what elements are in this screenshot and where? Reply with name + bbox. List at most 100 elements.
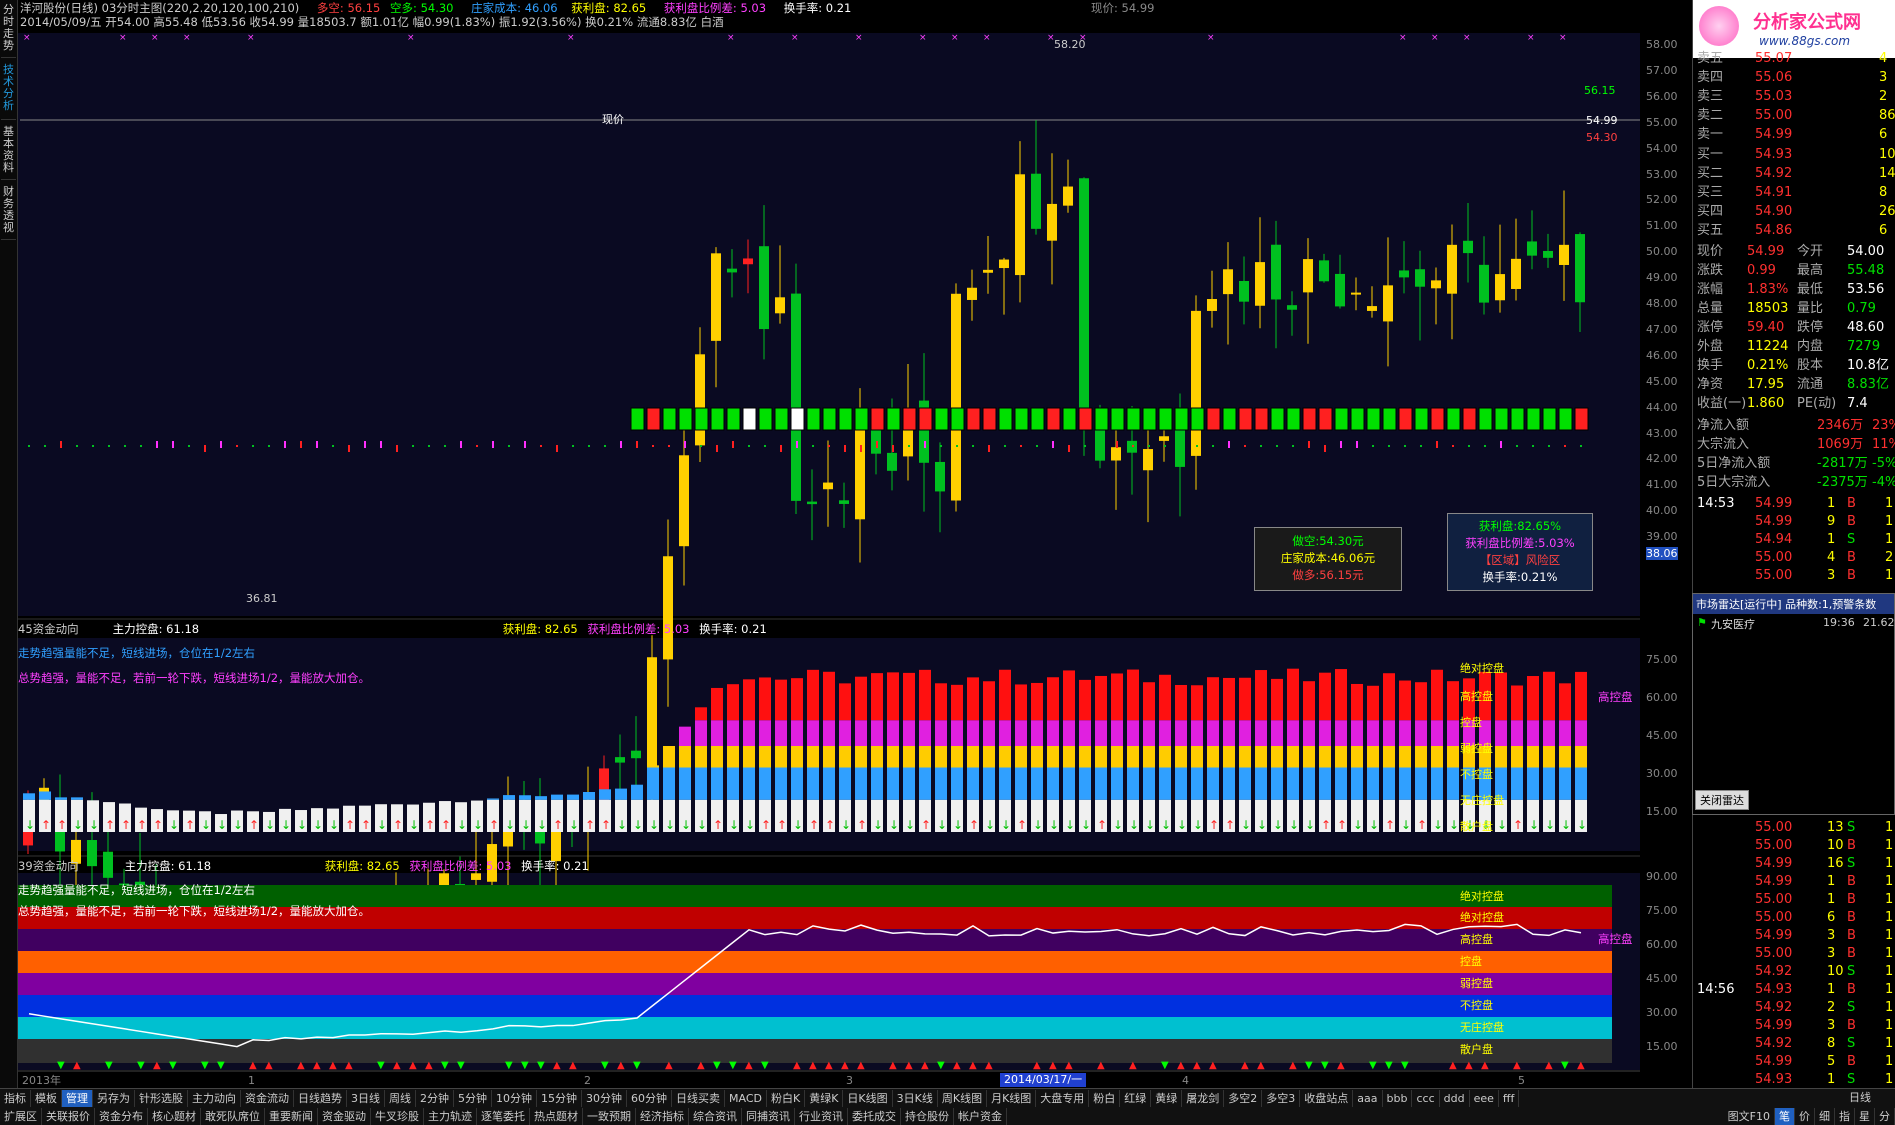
toolbar-item[interactable]: 黄绿K bbox=[805, 1089, 844, 1107]
control-bar bbox=[1351, 746, 1363, 768]
toolbar-item[interactable]: 多空2 bbox=[1224, 1089, 1263, 1107]
p2-tick: 45.00 bbox=[1646, 972, 1678, 985]
control-arrow: ↓ bbox=[617, 818, 627, 832]
toolbar-item[interactable]: MACD bbox=[725, 1089, 767, 1107]
toolbar-item[interactable]: 细 bbox=[1815, 1107, 1835, 1125]
signal-arrow: ▼ bbox=[505, 1060, 513, 1071]
toolbar-item[interactable]: bbb bbox=[1383, 1089, 1413, 1107]
toolbar-item[interactable]: 多空3 bbox=[1262, 1089, 1301, 1107]
toolbar-item[interactable]: 综合资讯 bbox=[689, 1107, 742, 1125]
xaxis-m2: 2 bbox=[584, 1074, 591, 1087]
control-arrow: ↓ bbox=[1193, 818, 1203, 832]
signal-block bbox=[1174, 407, 1189, 431]
control-bar bbox=[759, 677, 771, 721]
toolbar-item[interactable]: 5分钟 bbox=[454, 1089, 492, 1107]
toolbar-item[interactable]: 模板 bbox=[31, 1089, 62, 1107]
control-bar bbox=[711, 767, 723, 800]
toolbar-item[interactable]: 主力轨迹 bbox=[424, 1107, 477, 1125]
tab-financials[interactable]: 财务透视 bbox=[1, 184, 16, 240]
tab-intraday[interactable]: 分时走势 bbox=[1, 2, 16, 58]
toolbar-item[interactable]: 笔 bbox=[1775, 1107, 1795, 1125]
control-bar bbox=[967, 746, 979, 768]
candle-body bbox=[1207, 299, 1217, 311]
toolbar-item[interactable]: 周线 bbox=[385, 1089, 416, 1107]
control-bar bbox=[1367, 685, 1379, 721]
toolbar-item[interactable]: 扩展区 bbox=[0, 1107, 42, 1125]
toolbar-item[interactable]: 资金流动 bbox=[241, 1089, 294, 1107]
tab-fundamentals[interactable]: 基本资料 bbox=[1, 124, 16, 180]
toolbar-item[interactable]: 帐户资金 bbox=[954, 1107, 1007, 1125]
control-bar bbox=[1319, 720, 1331, 746]
signal-arrow: ▲ bbox=[1241, 1060, 1249, 1071]
toolbar-item[interactable]: 热点题材 bbox=[530, 1107, 583, 1125]
toolbar-item[interactable]: 图文F10 bbox=[1724, 1107, 1775, 1125]
toolbar-item[interactable]: 分 bbox=[1875, 1107, 1895, 1125]
toolbar-item[interactable]: 资金驱动 bbox=[318, 1107, 371, 1125]
signal-block bbox=[1190, 407, 1205, 431]
toolbar-item[interactable]: 15分钟 bbox=[537, 1089, 582, 1107]
toolbar-item[interactable]: 管理 bbox=[62, 1089, 93, 1107]
control-arrow: ↓ bbox=[1273, 818, 1283, 832]
control-bar bbox=[839, 767, 851, 800]
toolbar-item[interactable]: ddd bbox=[1440, 1089, 1470, 1107]
toolbar-item[interactable]: 周K线图 bbox=[938, 1089, 988, 1107]
toolbar-item[interactable]: 3日K线 bbox=[893, 1089, 938, 1107]
toolbar-item[interactable]: 逐笔委托 bbox=[477, 1107, 530, 1125]
tick-row: 54.99 1 B 1 bbox=[1755, 874, 1894, 889]
toolbar-item[interactable]: 另存为 bbox=[93, 1089, 135, 1107]
dot-mark bbox=[764, 445, 766, 447]
toolbar-item[interactable]: 核心题材 bbox=[148, 1107, 201, 1125]
toolbar-item[interactable]: 红绿 bbox=[1120, 1089, 1152, 1107]
toolbar-item[interactable]: 60分钟 bbox=[627, 1089, 672, 1107]
toolbar-item[interactable]: ccc bbox=[1412, 1089, 1440, 1107]
toolbar-item[interactable]: 经济指标 bbox=[636, 1107, 689, 1125]
control-arrow: ↓ bbox=[1049, 818, 1059, 832]
toolbar-item[interactable]: fff bbox=[1499, 1089, 1520, 1107]
toolbar-item[interactable]: 粉白K bbox=[767, 1089, 806, 1107]
toolbar-item[interactable]: 一致预期 bbox=[583, 1107, 636, 1125]
toolbar-item[interactable]: 针形选股 bbox=[135, 1089, 188, 1107]
chart-area[interactable]: × × × × × × × × × × × × × × × × × × × × × ↓ ↑ ↑ ↓ ↓ ↑ ↑ ↑ ↑ ↓ ↑ ↓ ↓ ↓ ↑ ↓ ↓ ↓ ↓… bbox=[18, 0, 1640, 1088]
toolbar-item[interactable]: 牛叉珍股 bbox=[371, 1107, 424, 1125]
radar-item[interactable]: ⚑ 九安医疗 19:36 21.62 bbox=[1693, 614, 1895, 632]
toolbar-item[interactable]: 粉白 bbox=[1089, 1089, 1121, 1107]
toolbar-item[interactable]: 收盘站点 bbox=[1300, 1089, 1354, 1107]
toolbar-item[interactable]: 价 bbox=[1795, 1107, 1815, 1125]
toolbar-item[interactable]: 日K线图 bbox=[843, 1089, 893, 1107]
toolbar-item[interactable]: 30分钟 bbox=[582, 1089, 627, 1107]
toolbar-item[interactable]: 月K线图 bbox=[987, 1089, 1037, 1107]
toolbar-item[interactable]: 资金分布 bbox=[95, 1107, 148, 1125]
dot-mark bbox=[284, 441, 286, 448]
toolbar-item[interactable]: 指 bbox=[1835, 1107, 1855, 1125]
toolbar-item[interactable]: 同捕资讯 bbox=[742, 1107, 795, 1125]
panel2-level-label: 高控盘 bbox=[1460, 932, 1493, 946]
close-radar-button[interactable]: 关闭雷达 bbox=[1695, 790, 1749, 810]
toolbar-item[interactable]: 关联报价 bbox=[42, 1107, 95, 1125]
order-buy: 买二 54.92 14 bbox=[1697, 166, 1895, 181]
radar-item-time: 19:36 bbox=[1823, 616, 1855, 629]
toolbar-item[interactable]: 委托成交 bbox=[848, 1107, 901, 1125]
signal-block bbox=[1142, 407, 1157, 431]
toolbar-item[interactable]: 2分钟 bbox=[416, 1089, 454, 1107]
control-bar bbox=[887, 672, 899, 721]
toolbar-item[interactable]: 日线趋势 bbox=[294, 1089, 347, 1107]
toolbar-item[interactable]: 10分钟 bbox=[492, 1089, 537, 1107]
toolbar-item[interactable]: 黄绿 bbox=[1151, 1089, 1183, 1107]
toolbar-item[interactable]: 重要新闻 bbox=[265, 1107, 318, 1125]
toolbar-item[interactable]: 行业资讯 bbox=[795, 1107, 848, 1125]
toolbar-item[interactable]: 持仓股份 bbox=[901, 1107, 954, 1125]
toolbar-item[interactable]: 日线买卖 bbox=[672, 1089, 725, 1107]
tab-technical[interactable]: 技术分析 bbox=[1, 62, 16, 120]
toolbar-item[interactable]: 主力动向 bbox=[188, 1089, 241, 1107]
control-bar bbox=[1223, 746, 1235, 768]
toolbar-item[interactable]: 指标 bbox=[0, 1089, 31, 1107]
toolbar-item[interactable]: 大盘专用 bbox=[1036, 1089, 1090, 1107]
toolbar-item[interactable]: eee bbox=[1470, 1089, 1499, 1107]
toolbar-item[interactable]: aaa bbox=[1353, 1089, 1383, 1107]
toolbar-item[interactable]: 屠龙剑 bbox=[1182, 1089, 1225, 1107]
tick-row: 54.92 2 S 1 bbox=[1755, 1000, 1894, 1015]
toolbar-item[interactable]: 星 bbox=[1855, 1107, 1875, 1125]
toolbar-item[interactable]: 3日线 bbox=[347, 1089, 385, 1107]
p1-tick: 60.00 bbox=[1646, 691, 1678, 704]
toolbar-item[interactable]: 敢死队席位 bbox=[201, 1107, 265, 1125]
